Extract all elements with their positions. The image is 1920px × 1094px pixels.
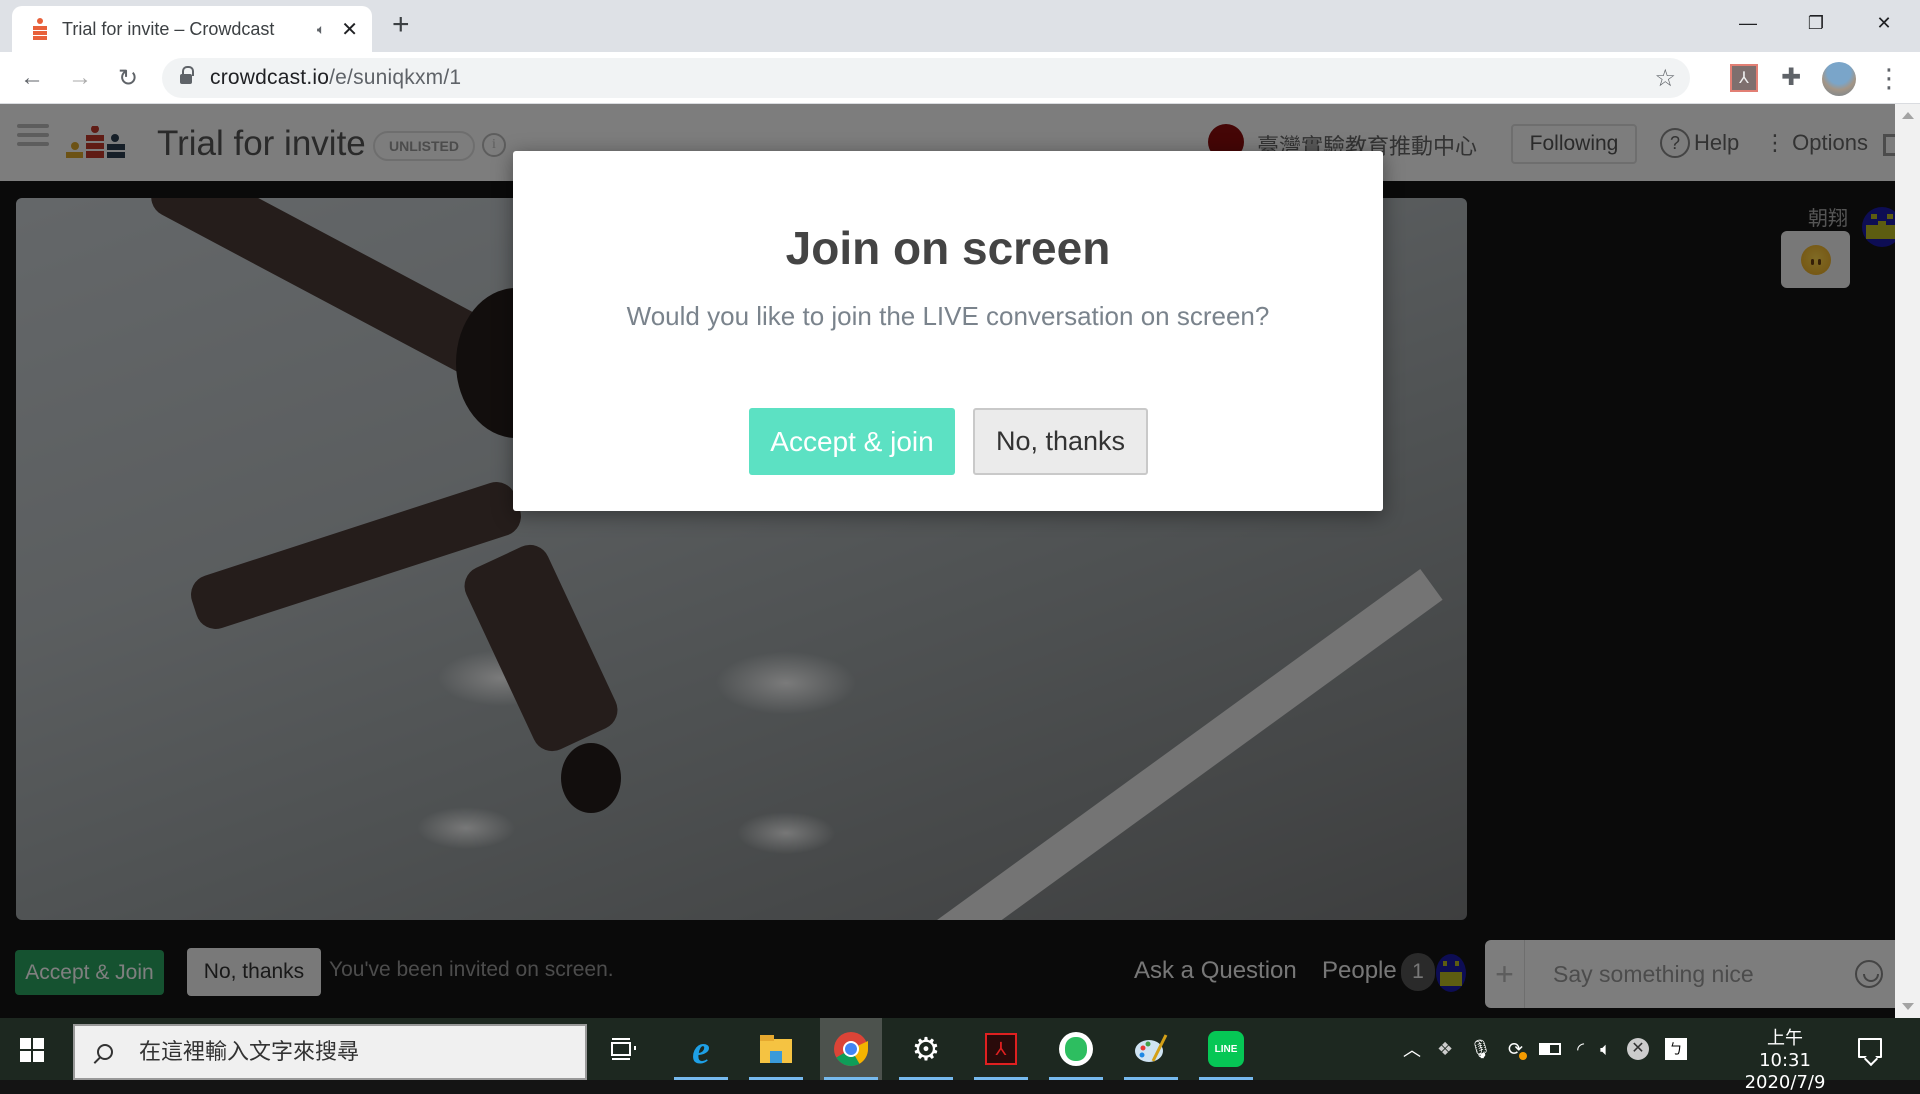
internet-explorer-icon[interactable]: e [670, 1018, 732, 1080]
scroll-down-arrow-icon[interactable] [1902, 1003, 1914, 1010]
back-button[interactable]: ← [14, 62, 50, 94]
dialog-title: Join on screen [785, 222, 1111, 274]
speaker-icon[interactable]: 🔈︎ [317, 21, 325, 38]
windows-start-icon[interactable] [20, 1038, 44, 1062]
search-icon [97, 1044, 113, 1060]
task-view-icon[interactable] [593, 1018, 655, 1080]
bookmark-star-icon[interactable]: ☆ [1654, 64, 1676, 93]
restore-button[interactable]: ❐ [1786, 6, 1846, 40]
file-explorer-icon[interactable] [745, 1018, 807, 1080]
profile-avatar[interactable] [1822, 62, 1856, 96]
browser-tab-strip: Trial for invite – Crowdcast 🔈︎ ✕ + — ❐ … [0, 0, 1920, 52]
settings-gear-icon[interactable]: ⚙ [895, 1018, 957, 1080]
show-hidden-icons-icon[interactable]: ︿ [1403, 1036, 1421, 1062]
action-center-icon[interactable] [1858, 1038, 1882, 1058]
volume-icon[interactable]: 🔈︎ [1600, 1039, 1611, 1060]
acrobat-reader-icon[interactable]: ⅄ [970, 1018, 1032, 1080]
acrobat-extension-icon[interactable]: ⅄ [1730, 64, 1758, 92]
input-method-icon[interactable]: ㄅ [1664, 1038, 1687, 1060]
microphone-icon[interactable]: 🎙︎ [1469, 1039, 1492, 1060]
system-clock[interactable]: 上午 10:31 2020/7/9 [1740, 1028, 1830, 1094]
system-tray: ︿ ❖ 🎙︎ ⟳ ◜ 🔈︎ ✕ ㄅ [1395, 1018, 1695, 1080]
extensions-puzzle-icon[interactable]: ✚ [1777, 64, 1805, 92]
windows-taskbar: e ⚙ ⅄ LINE ︿ ❖ 🎙︎ ⟳ ◜ 🔈︎ ✕ ㄅ 上午 10:31 20… [0, 1018, 1920, 1093]
battery-icon[interactable] [1539, 1043, 1562, 1055]
accept-and-join-dialog-button[interactable]: Accept & join [749, 408, 955, 475]
no-thanks-dialog-button[interactable]: No, thanks [973, 408, 1148, 475]
new-tab-button[interactable]: + [392, 8, 410, 42]
crowdcast-favicon-icon [32, 18, 48, 40]
wifi-icon[interactable]: ◜ [1577, 1039, 1584, 1060]
close-window-button[interactable]: ✕ [1854, 6, 1914, 40]
scroll-up-arrow-icon[interactable] [1902, 112, 1914, 119]
tab-title: Trial for invite – Crowdcast [62, 18, 275, 39]
paint-icon[interactable] [1120, 1018, 1182, 1080]
clock-date: 2020/7/9 [1744, 1072, 1826, 1093]
sync-icon[interactable]: ⟳ [1508, 1039, 1528, 1060]
line-app-icon[interactable]: LINE [1195, 1018, 1257, 1080]
tab-close-icon[interactable]: ✕ [341, 17, 358, 42]
minimize-button[interactable]: — [1718, 6, 1778, 40]
chrome-menu-icon[interactable]: ⋮ [1876, 62, 1902, 94]
clock-time: 上午 10:31 [1759, 1028, 1811, 1071]
url-text: crowdcast.io/e/suniqkxm/1 [210, 66, 462, 89]
browser-tab[interactable]: Trial for invite – Crowdcast 🔈︎ ✕ [12, 6, 372, 52]
join-on-screen-dialog: Join on screen Would you like to join th… [513, 151, 1383, 511]
reload-button[interactable]: ↻ [110, 62, 146, 94]
taskbar-search-input[interactable] [139, 1039, 539, 1065]
address-bar[interactable]: crowdcast.io/e/suniqkxm/1 ☆ [162, 58, 1690, 98]
page-scrollbar[interactable] [1895, 104, 1920, 1018]
vpn-disconnected-icon[interactable]: ✕ [1626, 1038, 1649, 1060]
forward-button[interactable]: → [62, 62, 98, 94]
dropbox-icon[interactable]: ❖ [1437, 1039, 1453, 1060]
chrome-icon[interactable] [820, 1018, 882, 1080]
evernote-icon[interactable] [1045, 1018, 1107, 1080]
lock-icon [180, 66, 194, 85]
taskbar-search[interactable] [73, 1024, 587, 1080]
browser-toolbar: ← → ↻ crowdcast.io/e/suniqkxm/1 ☆ ⅄ ✚ ⋮ [0, 52, 1920, 104]
dialog-message: Would you like to join the LIVE conversa… [626, 301, 1270, 331]
